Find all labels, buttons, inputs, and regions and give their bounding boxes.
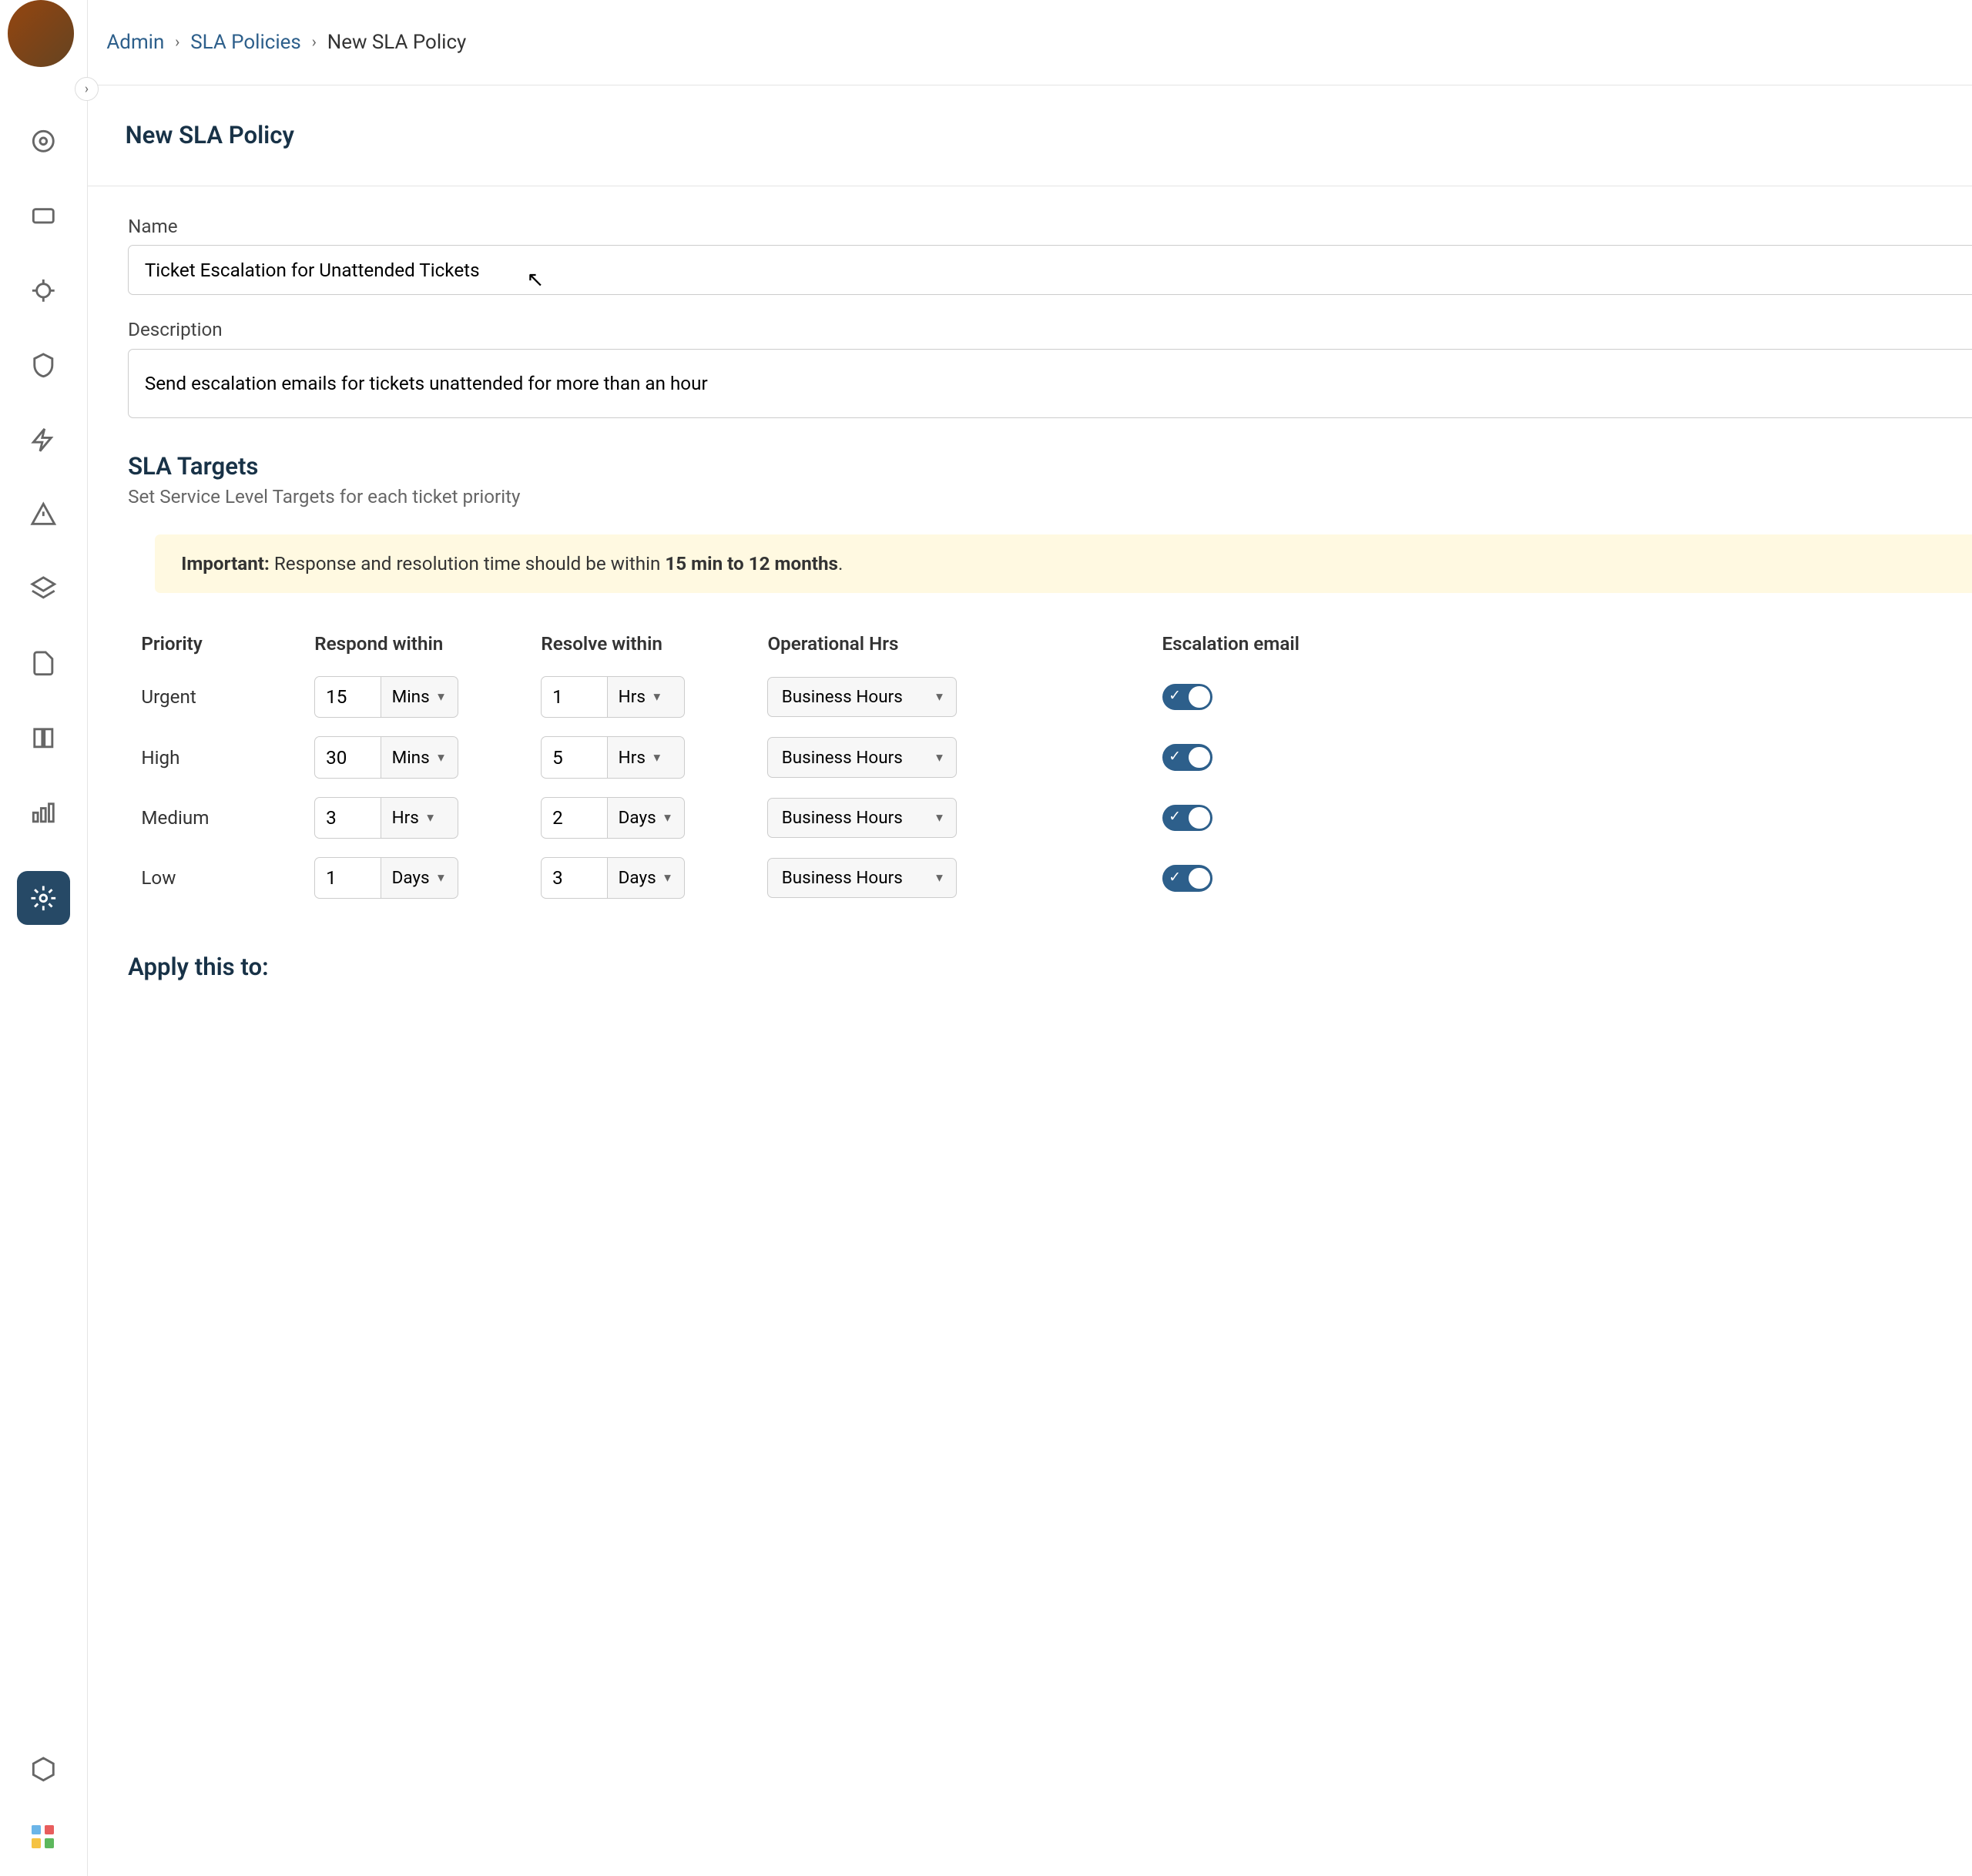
resolve-value-input[interactable]	[541, 797, 608, 839]
chevron-down-icon: ▾	[427, 810, 434, 826]
apply-title: Apply this to:	[128, 953, 1972, 981]
tickets-icon[interactable]	[28, 199, 60, 232]
resolve-unit-select[interactable]: Days ▾	[608, 797, 685, 839]
chevron-down-icon: ▾	[936, 689, 943, 705]
col-ophrs: Operational Hrs	[767, 633, 1162, 655]
respond-value-input[interactable]	[314, 857, 381, 899]
form-area: New SLA Policy Cancel Save Name Descript…	[88, 85, 1972, 1876]
table-row: Medium Hrs ▾ Days ▾ Business Hours ▾	[141, 797, 1972, 839]
table-row: High Mins ▾ Hrs ▾ Business Hours ▾	[141, 736, 1972, 778]
shield-icon[interactable]	[28, 349, 60, 381]
sla-targets-title: SLA Targets	[128, 452, 1972, 481]
escalation-toggle[interactable]	[1162, 744, 1213, 771]
respond-unit-select[interactable]: Mins ▾	[381, 736, 458, 778]
name-label: Name	[128, 216, 1972, 237]
bug-icon[interactable]	[28, 274, 60, 307]
priority-label: Medium	[141, 807, 314, 829]
sla-targets-subtitle: Set Service Level Targets for each ticke…	[128, 486, 1972, 508]
ophrs-select[interactable]: Business Hours ▾	[767, 737, 957, 777]
col-escalation: Escalation email	[1162, 633, 1323, 655]
respond-unit-select[interactable]: Mins ▾	[381, 676, 458, 718]
document-icon[interactable]	[28, 648, 60, 680]
respond-unit-select[interactable]: Days ▾	[381, 857, 458, 899]
chevron-right-icon: ›	[175, 33, 179, 52]
name-input[interactable]	[128, 245, 1972, 295]
chevron-down-icon: ▾	[438, 750, 444, 765]
col-respond: Respond within	[314, 633, 541, 655]
layers-icon[interactable]	[28, 573, 60, 605]
priority-label: Urgent	[141, 686, 314, 708]
chevron-down-icon: ▾	[653, 750, 660, 765]
ophrs-select[interactable]: Business Hours ▾	[767, 677, 957, 717]
breadcrumb: Admin › SLA Policies › New SLA Policy	[106, 31, 466, 54]
resolve-unit-select[interactable]: Days ▾	[608, 857, 685, 899]
priority-label: High	[141, 747, 314, 769]
respond-value-input[interactable]	[314, 797, 381, 839]
chevron-down-icon: ▾	[936, 810, 943, 826]
respond-value-input[interactable]	[314, 676, 381, 718]
priority-label: Low	[141, 867, 314, 889]
description-label: Description	[128, 319, 1972, 340]
respond-unit-select[interactable]: Hrs ▾	[381, 797, 458, 839]
bolt-icon[interactable]	[28, 424, 60, 456]
escalation-toggle[interactable]	[1162, 805, 1213, 832]
top-bar: Admin › SLA Policies › New SLA Policy Se…	[88, 0, 1972, 85]
ophrs-select[interactable]: Business Hours ▾	[767, 858, 957, 898]
chart-icon[interactable]	[28, 796, 60, 829]
apps-icon[interactable]	[32, 1825, 55, 1849]
table-header: Priority Respond within Resolve within O…	[141, 633, 1972, 676]
breadcrumb-admin[interactable]: Admin	[106, 31, 164, 54]
settings-icon[interactable]	[17, 871, 70, 924]
chevron-down-icon: ▾	[438, 870, 444, 886]
table-row: Low Days ▾ Days ▾ Business Hours ▾	[141, 857, 1972, 899]
warning-icon[interactable]	[28, 498, 60, 531]
alert-box: Important: Response and resolution time …	[155, 534, 1972, 593]
ophrs-select[interactable]: Business Hours ▾	[767, 798, 957, 838]
main-area: Admin › SLA Policies › New SLA Policy Se…	[88, 0, 1972, 1876]
chevron-right-icon: ›	[312, 33, 317, 52]
chevron-down-icon: ▾	[936, 750, 943, 765]
chevron-down-icon: ▾	[664, 810, 671, 826]
resolve-value-input[interactable]	[541, 857, 608, 899]
respond-value-input[interactable]	[314, 736, 381, 778]
col-resolve: Resolve within	[541, 633, 767, 655]
sidebar: ›	[0, 0, 88, 1876]
breadcrumb-current: New SLA Policy	[327, 31, 467, 54]
col-priority: Priority	[141, 633, 314, 655]
chevron-down-icon: ▾	[438, 689, 444, 705]
resolve-value-input[interactable]	[541, 676, 608, 718]
description-input[interactable]	[128, 349, 1972, 418]
chevron-down-icon: ▾	[664, 870, 671, 886]
table-row: Urgent Mins ▾ Hrs ▾ Business Hours ▾	[141, 676, 1972, 718]
resolve-value-input[interactable]	[541, 736, 608, 778]
book-icon[interactable]	[28, 722, 60, 755]
breadcrumb-sla-policies[interactable]: SLA Policies	[190, 31, 301, 54]
chevron-down-icon: ▾	[936, 870, 943, 886]
brand-avatar[interactable]	[8, 0, 79, 72]
cube-icon[interactable]	[28, 1754, 60, 1786]
page-title: New SLA Policy	[126, 121, 294, 149]
resolve-unit-select[interactable]: Hrs ▾	[608, 676, 685, 718]
resolve-unit-select[interactable]: Hrs ▾	[608, 736, 685, 778]
dashboard-icon[interactable]	[28, 126, 60, 158]
escalation-toggle[interactable]	[1162, 865, 1213, 892]
chevron-down-icon: ▾	[653, 689, 660, 705]
escalation-toggle[interactable]	[1162, 684, 1213, 711]
